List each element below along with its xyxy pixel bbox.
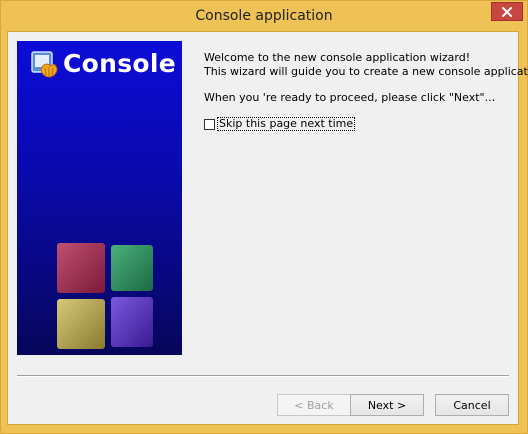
skip-page-label[interactable]: Skip this page next time [217,117,356,131]
next-button[interactable]: Next > [350,394,424,416]
cancel-button[interactable]: Cancel [435,394,509,416]
close-icon [502,6,512,17]
wizard-intro-text: Welcome to the new console application w… [204,51,528,105]
close-button[interactable] [491,2,523,21]
guide-text: This wizard will guide you to create a n… [204,65,528,78]
wizard-side-panel: Console [17,41,182,355]
back-button[interactable]: < Back [277,394,351,416]
button-separator [17,375,509,377]
skip-page-checkbox[interactable] [204,118,215,130]
proceed-text: When you 're ready to proceed, please cl… [204,91,496,104]
window-title: Console application [195,8,333,24]
side-panel-heading: Console [63,49,177,78]
skip-page-option[interactable]: Skip this page next time [204,117,356,131]
console-logo-icon [31,51,58,78]
colored-cubes-graphic [57,243,153,349]
welcome-text: Welcome to the new console application w… [204,51,471,64]
title-bar[interactable]: Console application [1,1,527,32]
